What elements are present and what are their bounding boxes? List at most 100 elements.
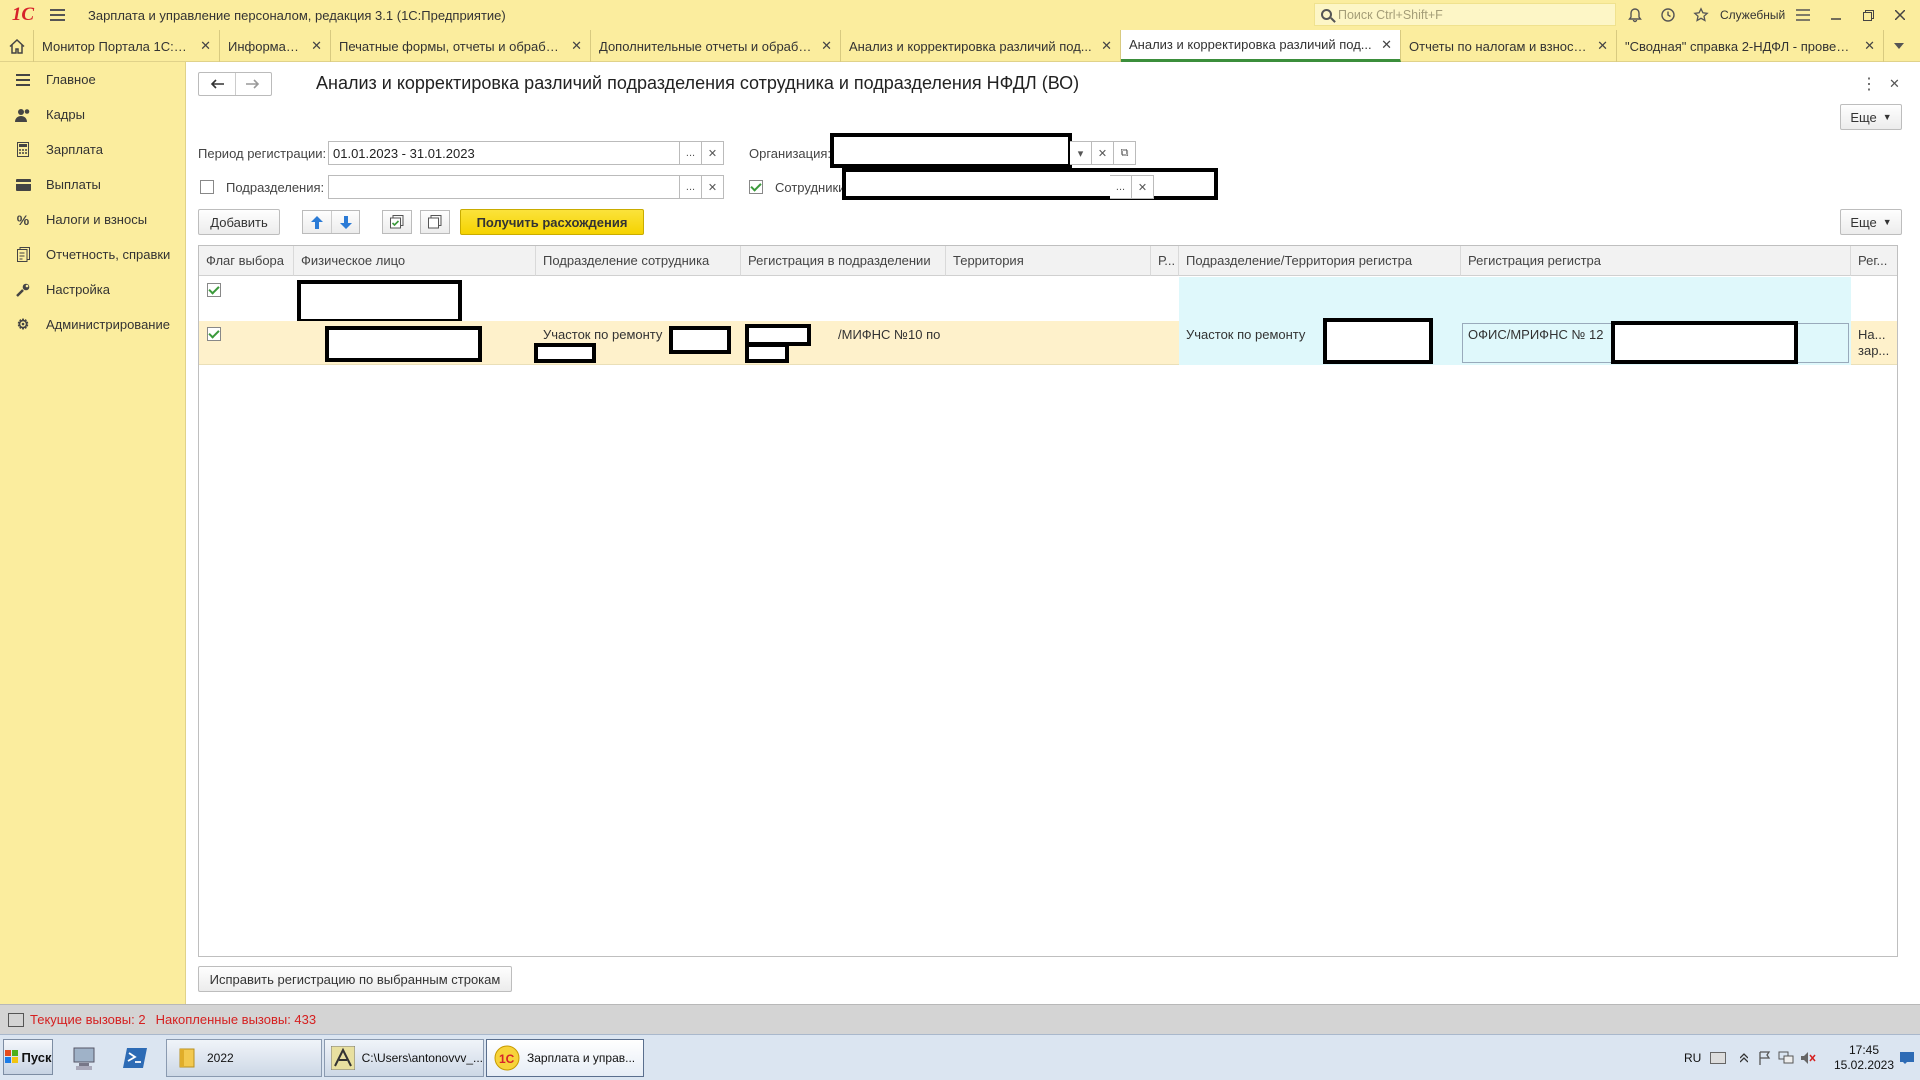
task-autocad[interactable]: C:\Users\antonovvv_... bbox=[324, 1039, 484, 1077]
col-dept-registration[interactable]: Регистрация в подразделении bbox=[741, 246, 946, 276]
restore-button[interactable] bbox=[1852, 0, 1884, 30]
close-icon[interactable]: ✕ bbox=[821, 38, 832, 54]
flag-icon[interactable] bbox=[1758, 1035, 1772, 1080]
network-icon[interactable] bbox=[1778, 1035, 1794, 1080]
period-field[interactable]: 01.01.2023 - 31.01.2023 bbox=[328, 141, 680, 165]
col-r[interactable]: Р... bbox=[1151, 246, 1179, 276]
dept-label: Подразделения: bbox=[226, 180, 325, 195]
windows-icon[interactable] bbox=[8, 1012, 24, 1027]
volume-muted-icon[interactable] bbox=[1800, 1035, 1816, 1080]
emp-clear-button[interactable]: ✕ bbox=[1132, 175, 1154, 199]
sidebar-item-hr[interactable]: Кадры bbox=[0, 97, 185, 132]
row-checkbox[interactable] bbox=[207, 283, 221, 297]
sidebar-item-main[interactable]: Главное bbox=[0, 62, 185, 97]
add-button[interactable]: Добавить bbox=[198, 209, 280, 235]
discrepancy-table[interactable]: Флаг выбора Физическое лицо Подразделени… bbox=[198, 245, 1898, 957]
tab-its-monitor[interactable]: Монитор Портала 1С:ИТС ✕ bbox=[34, 30, 220, 62]
col-register-dept[interactable]: Подразделение/Территория регистра bbox=[1179, 246, 1461, 276]
tab-analysis-2[interactable]: Анализ и корректировка различий под... ✕ bbox=[1121, 30, 1401, 62]
back-arrow-icon[interactable] bbox=[199, 73, 235, 95]
chevron-down-icon: ▼ bbox=[1882, 217, 1892, 227]
tab-information[interactable]: Информация ✕ bbox=[220, 30, 331, 62]
col-flag[interactable]: Флаг выбора bbox=[199, 246, 294, 276]
move-up-icon[interactable] bbox=[303, 211, 331, 233]
close-icon[interactable]: ✕ bbox=[1101, 38, 1112, 54]
redacted-dept-suffix bbox=[669, 326, 731, 354]
org-clear-button[interactable]: ✕ bbox=[1092, 141, 1114, 165]
dept-field[interactable] bbox=[328, 175, 680, 199]
forward-arrow-icon[interactable] bbox=[234, 73, 272, 95]
sidebar-item-settings[interactable]: Настройка bbox=[0, 272, 185, 307]
sidebar-item-taxes[interactable]: % Налоги и взносы bbox=[0, 202, 185, 237]
settings-lines-icon[interactable] bbox=[1788, 0, 1818, 30]
fix-registration-button[interactable]: Исправить регистрацию по выбранным строк… bbox=[198, 966, 512, 992]
tab-2ndfl-check[interactable]: "Сводная" справка 2-НДФЛ - проверка ✕ bbox=[1617, 30, 1884, 62]
redacted-register-registration bbox=[1611, 321, 1798, 364]
notification-icon[interactable] bbox=[1900, 1035, 1914, 1080]
bell-icon[interactable] bbox=[1620, 0, 1650, 30]
close-icon[interactable]: ✕ bbox=[1597, 38, 1608, 54]
star-icon[interactable] bbox=[1686, 0, 1716, 30]
service-label[interactable]: Служебный bbox=[1720, 8, 1785, 22]
keyboard-icon[interactable] bbox=[1710, 1035, 1726, 1080]
dept-checkbox[interactable] bbox=[200, 180, 214, 194]
task-explorer[interactable]: 2022 bbox=[166, 1039, 322, 1077]
close-icon[interactable]: ✕ bbox=[311, 38, 322, 54]
close-window-button[interactable] bbox=[1884, 0, 1916, 30]
row-checkbox[interactable] bbox=[207, 327, 221, 341]
tab-tax-reports[interactable]: Отчеты по налогам и взносам ✕ bbox=[1401, 30, 1617, 62]
clock-time: 17:45 bbox=[1848, 1043, 1880, 1057]
close-icon[interactable]: ✕ bbox=[571, 38, 582, 54]
history-icon[interactable] bbox=[1653, 0, 1683, 30]
col-territory[interactable]: Территория bbox=[946, 246, 1151, 276]
table-row[interactable] bbox=[199, 277, 1897, 323]
1c-icon: 1С bbox=[493, 1044, 521, 1072]
col-reg-extra[interactable]: Рег... bbox=[1851, 246, 1897, 276]
close-icon[interactable]: ✕ bbox=[200, 38, 211, 54]
sidebar-item-payments[interactable]: Выплаты bbox=[0, 167, 185, 202]
period-select-button[interactable]: ... bbox=[680, 141, 702, 165]
sidebar: Главное Кадры Зарплата Выплаты % Налоги … bbox=[0, 62, 186, 1004]
reg-extra-cell: На... зар... bbox=[1858, 327, 1890, 358]
close-icon[interactable]: ✕ bbox=[1381, 37, 1392, 53]
more-button-table[interactable]: Еще ▼ bbox=[1840, 209, 1902, 235]
clock[interactable]: 17:45 15.02.2023 bbox=[1834, 1035, 1894, 1080]
gear-icon: ⚙ bbox=[16, 316, 30, 332]
search-input[interactable]: Поиск Ctrl+Shift+F bbox=[1314, 3, 1616, 26]
tab-additional-reports[interactable]: Дополнительные отчеты и обработки ✕ bbox=[591, 30, 841, 62]
col-register-registration[interactable]: Регистрация регистра bbox=[1461, 246, 1851, 276]
sidebar-item-reports[interactable]: Отчетность, справки bbox=[0, 237, 185, 272]
task-1c-salary[interactable]: 1С Зарплата и управ... bbox=[486, 1039, 644, 1077]
table-row[interactable]: Участок по ремонту /МИФНС №10 по Участок… bbox=[199, 318, 1897, 365]
close-icon[interactable]: ✕ bbox=[1864, 38, 1875, 54]
tray-expand-icon[interactable] bbox=[1740, 1035, 1748, 1080]
kebab-menu-icon[interactable]: ⋮ bbox=[1861, 74, 1877, 94]
tab-print-forms[interactable]: Печатные формы, отчеты и обработки ✕ bbox=[331, 30, 591, 62]
lang-indicator[interactable]: RU bbox=[1684, 1035, 1701, 1080]
powershell-icon[interactable] bbox=[118, 1041, 152, 1075]
dept-clear-button[interactable]: ✕ bbox=[702, 175, 724, 199]
tabs-menu-icon[interactable] bbox=[1884, 30, 1914, 61]
minimize-button[interactable] bbox=[1820, 0, 1852, 30]
tab-analysis-1[interactable]: Анализ и корректировка различий под... ✕ bbox=[841, 30, 1121, 62]
close-form-icon[interactable]: ✕ bbox=[1889, 76, 1900, 92]
main-menu-icon[interactable] bbox=[50, 9, 74, 21]
start-button[interactable]: Пуск bbox=[3, 1039, 53, 1075]
org-dropdown-button[interactable]: ▾ bbox=[1070, 141, 1092, 165]
col-person[interactable]: Физическое лицо bbox=[294, 246, 536, 276]
dept-select-button[interactable]: ... bbox=[680, 175, 702, 199]
col-emp-dept[interactable]: Подразделение сотрудника bbox=[536, 246, 741, 276]
select-all-button[interactable] bbox=[382, 210, 412, 234]
uncheck-all-button[interactable] bbox=[420, 210, 450, 234]
sidebar-item-salary[interactable]: Зарплата bbox=[0, 132, 185, 167]
sidebar-item-admin[interactable]: ⚙ Администрирование bbox=[0, 307, 185, 342]
period-clear-button[interactable]: ✕ bbox=[702, 141, 724, 165]
emp-checkbox[interactable] bbox=[749, 180, 763, 194]
more-button-top[interactable]: Еще ▼ bbox=[1840, 104, 1902, 130]
get-discrepancies-button[interactable]: Получить расхождения bbox=[460, 209, 644, 235]
org-open-button[interactable]: ⧉ bbox=[1114, 141, 1136, 165]
move-down-icon[interactable] bbox=[331, 211, 359, 233]
home-tab[interactable] bbox=[0, 30, 34, 62]
emp-select-button[interactable]: ... bbox=[1110, 175, 1132, 199]
computer-icon[interactable] bbox=[68, 1041, 102, 1075]
